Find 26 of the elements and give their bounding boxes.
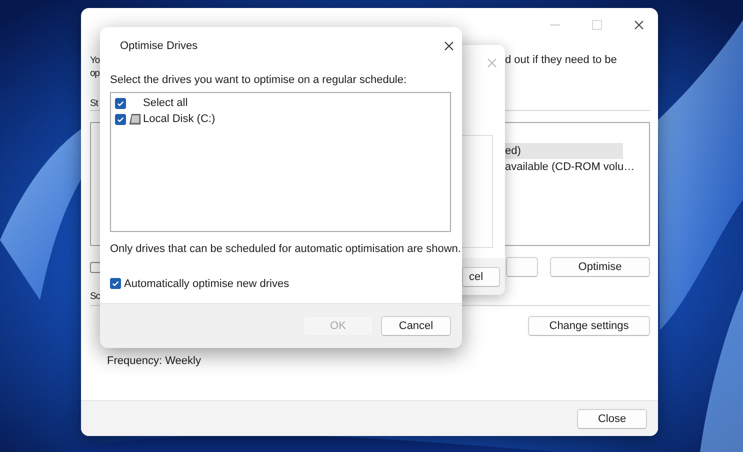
frequency-text: Frequency: Weekly — [107, 355, 201, 368]
checkbox[interactable] — [115, 114, 126, 124]
close-button[interactable]: Close — [577, 408, 647, 428]
drive-icon — [129, 113, 141, 125]
section-label: Sc — [90, 290, 100, 303]
description-text: op — [90, 67, 100, 80]
checkbox[interactable] — [110, 278, 121, 289]
instruction-text: Select the drives you want to optimise on a regular schedule: — [109, 74, 408, 87]
note-text: Only drives that can be scheduled for automatic optimisation are shown. — [109, 243, 462, 256]
cancel-button[interactable]: cel — [462, 266, 500, 286]
drive-row[interactable]: available (CD-ROM volu… — [505, 159, 635, 175]
checkbox[interactable] — [115, 98, 126, 108]
dialog-title: Optimise Drives — [120, 40, 199, 52]
optimise-button[interactable]: Optimise — [550, 257, 650, 277]
checkbox[interactable] — [90, 262, 101, 272]
description-text: Yo — [90, 54, 100, 67]
description-text: d out if they need to be — [505, 54, 618, 67]
checkbox-label[interactable]: Automatically optimise new drives — [124, 278, 290, 290]
section-label: St — [90, 97, 98, 110]
close-icon[interactable] — [444, 41, 454, 51]
checkbox-label[interactable]: Select all — [143, 97, 188, 109]
close-icon[interactable] — [634, 20, 644, 30]
cancel-button[interactable]: Cancel — [381, 316, 451, 336]
drive-label[interactable]: Local Disk (C:) — [143, 113, 216, 125]
drive-row[interactable]: ed) — [505, 143, 623, 159]
change-settings-button[interactable]: Change settings — [528, 316, 650, 336]
